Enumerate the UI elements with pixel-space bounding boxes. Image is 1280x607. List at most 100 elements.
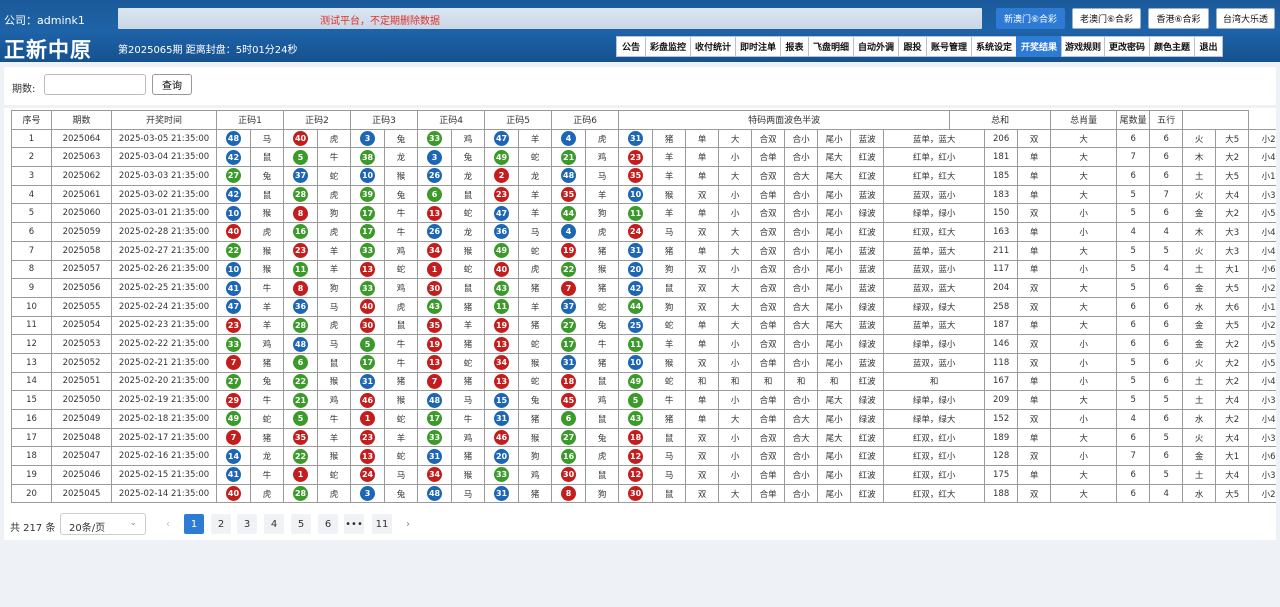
five-element-cell: 水 bbox=[1182, 409, 1217, 429]
ball-cell: 19 bbox=[417, 334, 453, 354]
prev-page-button[interactable]: ‹ bbox=[158, 514, 178, 534]
special-attr-cell: 合双 bbox=[751, 296, 786, 317]
special-attr-cell: 合小 bbox=[784, 446, 819, 467]
number-ball: 42 bbox=[226, 187, 241, 203]
special-attr-cell: 大 bbox=[718, 483, 753, 504]
nav-item-2[interactable]: 收付统计 bbox=[690, 36, 736, 57]
sum-cell: 单 bbox=[1017, 259, 1052, 280]
row-draw-time: 2025-02-24 21:35:00 bbox=[111, 296, 217, 317]
col-header-1: 期数 bbox=[51, 110, 112, 130]
special-ball-cell: 31 bbox=[618, 128, 654, 149]
ball-cell: 37 bbox=[283, 166, 319, 186]
nav-item-1[interactable]: 彩盘监控 bbox=[645, 36, 691, 57]
special-attr-cell: 合大 bbox=[784, 409, 819, 429]
special-attr-cell: 绿单，绿大 bbox=[883, 409, 986, 429]
zodiac-cell: 蛇 bbox=[451, 203, 486, 224]
special-attr-cell: 合双 bbox=[751, 259, 786, 280]
special-attr-cell: 合双 bbox=[751, 334, 786, 354]
special-attr-cell: 合小 bbox=[784, 352, 819, 373]
page-button-6[interactable]: ••• bbox=[344, 514, 364, 534]
ball-cell: 17 bbox=[350, 222, 386, 242]
next-page-button[interactable]: › bbox=[398, 514, 418, 534]
results-panel: 序号 期数 开奖时间 正码1 正码2 正码3 正码4 正码5 正码6 特码两面波色半波 总和 总肖量尾… bbox=[4, 108, 1276, 540]
period-label: 期数: bbox=[12, 84, 36, 95]
special-attr-cell: 蓝单，蓝大 bbox=[883, 315, 986, 336]
number-ball: 23 bbox=[293, 243, 309, 259]
ball-cell: 43 bbox=[484, 278, 520, 298]
nav-item-11[interactable]: 游戏规则 bbox=[1061, 36, 1105, 57]
extra-cell: 大5 bbox=[1215, 128, 1250, 149]
ball-cell: 40 bbox=[350, 296, 386, 317]
ball-cell: 40 bbox=[484, 259, 520, 280]
nav-item-6[interactable]: 自动外调 bbox=[853, 36, 899, 57]
sum-cell: 152 bbox=[984, 409, 1019, 429]
zodiac-count-cell: 5 bbox=[1116, 352, 1151, 373]
period-input[interactable] bbox=[44, 74, 146, 95]
special-attr-cell: 蓝单，蓝大 bbox=[883, 240, 986, 261]
lottery-tab-new-macau[interactable]: 新澳门⑥合彩 bbox=[996, 8, 1065, 29]
nav-item-5[interactable]: 飞盘明细 bbox=[808, 36, 854, 57]
special-attr-cell: 红波 bbox=[850, 147, 885, 168]
extra-cell: 小3 bbox=[1248, 390, 1276, 410]
number-ball: 36 bbox=[293, 299, 309, 315]
number-ball: 5 bbox=[293, 149, 309, 165]
page-button-7[interactable]: 11 bbox=[372, 514, 392, 534]
table-row: 18 2025047 2025-02-16 21:35:00 14 龙 22 猴 13 蛇 31 猪… bbox=[11, 446, 1276, 467]
five-element-cell: 木 bbox=[1182, 147, 1217, 168]
page-button-0[interactable]: 1 bbox=[184, 514, 204, 534]
page-button-4[interactable]: 5 bbox=[291, 514, 311, 534]
nav-item-3[interactable]: 即时注单 bbox=[735, 36, 781, 57]
sum-cell: 单 bbox=[1017, 240, 1052, 261]
zodiac-cell: 狗 bbox=[518, 446, 553, 467]
zodiac-cell: 猪 bbox=[518, 315, 553, 336]
extra-cell: 小4 bbox=[1248, 222, 1276, 242]
ball-cell: 33 bbox=[350, 240, 386, 261]
special-attr-cell: 单 bbox=[685, 390, 720, 410]
page-button-3[interactable]: 4 bbox=[264, 514, 284, 534]
extra-cell: 大5 bbox=[1215, 278, 1250, 298]
tail-count-cell: 5 bbox=[1149, 240, 1184, 261]
nav-item-0[interactable]: 公告 bbox=[616, 36, 646, 57]
number-ball: 34 bbox=[427, 243, 443, 259]
ball-cell: 34 bbox=[417, 240, 453, 261]
nav-item-7[interactable]: 跟投 bbox=[898, 36, 927, 57]
number-ball: 21 bbox=[561, 149, 577, 165]
ball-cell: 1 bbox=[283, 465, 319, 485]
special-attr-cell: 尾小 bbox=[817, 222, 852, 242]
zodiac-cell: 蛇 bbox=[249, 409, 285, 429]
five-element-cell: 土 bbox=[1182, 259, 1217, 280]
query-button[interactable]: 查询 bbox=[152, 74, 192, 95]
col-header-10: 总和 bbox=[949, 110, 1052, 130]
lottery-tab-old-macau[interactable]: 老澳门⑥合彩 bbox=[1072, 8, 1141, 29]
zodiac-cell: 猴 bbox=[384, 390, 419, 410]
lottery-tab-hongkong[interactable]: 香港⑥合彩 bbox=[1148, 8, 1209, 29]
extra-cell: 大5 bbox=[1215, 483, 1250, 504]
number-ball: 46 bbox=[360, 392, 376, 408]
page-button-5[interactable]: 6 bbox=[318, 514, 338, 534]
nav-item-4[interactable]: 报表 bbox=[780, 36, 809, 57]
special-attr-cell: 合小 bbox=[784, 184, 819, 205]
extra-cell: 小5 bbox=[1248, 203, 1276, 224]
zodiac-cell: 牛 bbox=[384, 334, 419, 354]
zodiac-cell: 蛇 bbox=[384, 259, 419, 280]
lottery-tab-taiwan[interactable]: 台湾大乐透 bbox=[1216, 8, 1275, 29]
number-ball: 45 bbox=[561, 392, 577, 408]
zodiac-count-cell: 6 bbox=[1116, 427, 1151, 448]
nav-item-9[interactable]: 系统设定 bbox=[971, 36, 1017, 57]
zodiac-cell: 马 bbox=[451, 483, 486, 504]
row-period: 2025052 bbox=[51, 352, 112, 373]
zodiac-cell: 牛 bbox=[249, 465, 285, 485]
nav-item-14[interactable]: 退出 bbox=[1194, 36, 1223, 57]
zodiac-cell: 猴 bbox=[249, 259, 285, 280]
zodiac-cell: 猴 bbox=[518, 427, 553, 448]
nav-item-10[interactable]: 开奖结果 bbox=[1016, 36, 1062, 57]
zodiac-cell: 龙 bbox=[249, 446, 285, 467]
nav-item-13[interactable]: 颜色主题 bbox=[1149, 36, 1195, 57]
page-button-1[interactable]: 2 bbox=[211, 514, 231, 534]
sum-cell: 单 bbox=[1017, 166, 1052, 186]
page-button-2[interactable]: 3 bbox=[237, 514, 257, 534]
zodiac-cell: 兔 bbox=[451, 147, 486, 168]
nav-item-12[interactable]: 更改密码 bbox=[1104, 36, 1150, 57]
page-size-select[interactable]: 20条/页 ⌄ bbox=[60, 513, 146, 535]
nav-item-8[interactable]: 账号管理 bbox=[926, 36, 972, 57]
